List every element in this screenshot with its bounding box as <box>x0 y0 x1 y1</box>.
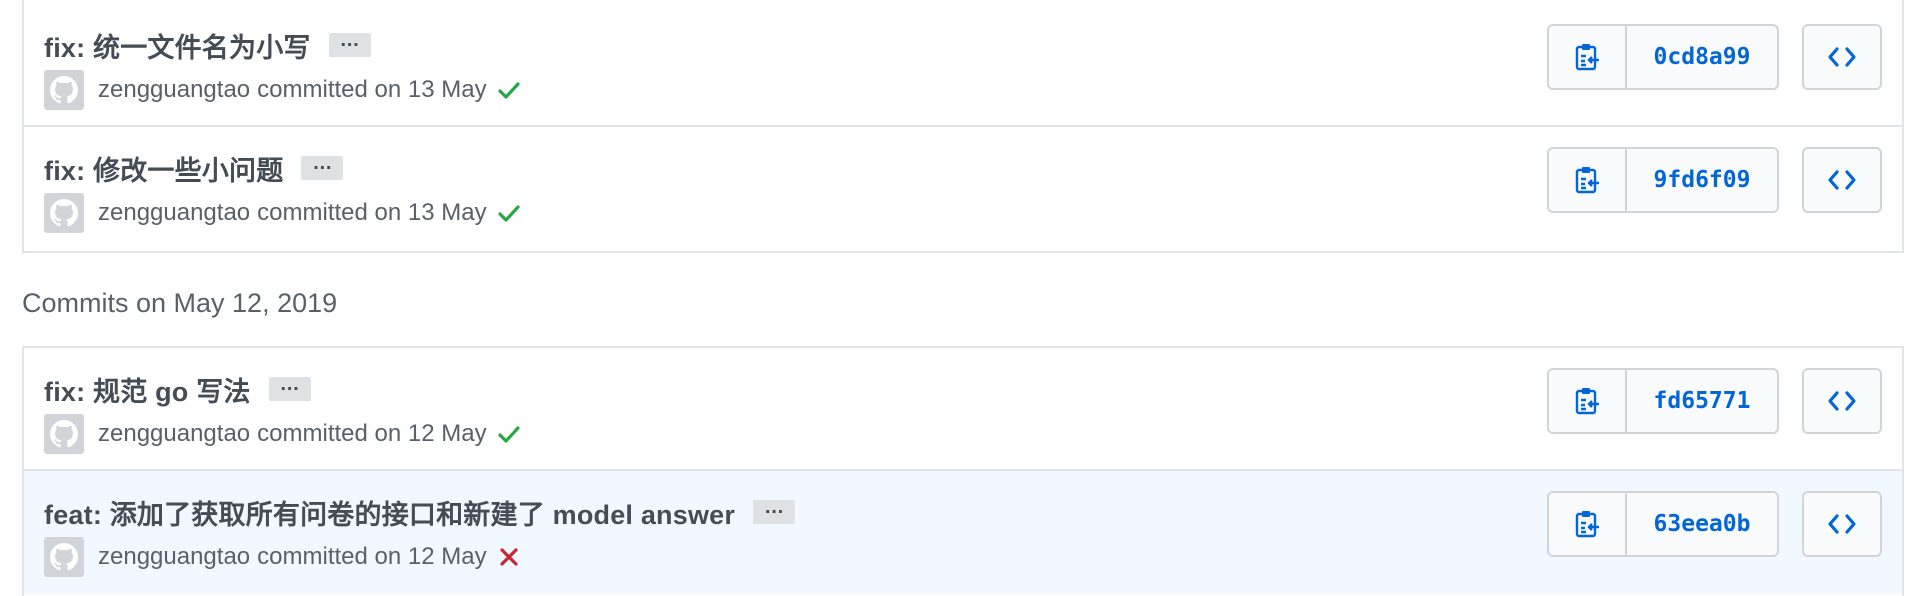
browse-repo-button[interactable] <box>1802 368 1882 434</box>
commit-sha-link[interactable]: 63eea0b <box>1627 493 1777 555</box>
clippy-icon <box>1575 511 1599 538</box>
avatar[interactable] <box>44 414 84 454</box>
browse-repo-button[interactable] <box>1802 24 1882 90</box>
author-name[interactable]: zengguangtao <box>98 543 250 571</box>
avatar[interactable] <box>44 193 84 233</box>
commit-date-text: committed on 13 May <box>257 199 487 226</box>
commit-date-text: committed on 12 May <box>257 420 487 447</box>
commit-meta: zengguangtao committed on 12 May <box>44 414 523 454</box>
commit-date-text: committed on 12 May <box>257 543 487 570</box>
clippy-icon <box>1575 44 1599 71</box>
expand-message-button[interactable]: … <box>301 153 344 180</box>
copy-sha-button[interactable] <box>1549 26 1627 88</box>
commit-meta: zengguangtao committed on 13 May <box>44 193 523 233</box>
copy-sha-button[interactable] <box>1549 370 1627 432</box>
avatar[interactable] <box>44 537 84 577</box>
code-icon <box>1828 170 1856 190</box>
commit-row: fix: 规范 go 写法 … zengguangtao committed o… <box>24 348 1902 471</box>
author-name[interactable]: zengguangtao <box>98 76 250 104</box>
avatar[interactable] <box>44 70 84 110</box>
github-octocat-icon <box>50 76 78 104</box>
commit-sha-group: fd65771 <box>1547 368 1779 434</box>
commit-sha-group: 0cd8a99 <box>1547 24 1779 90</box>
commit-date-text: committed on 13 May <box>257 76 487 103</box>
commit-title-link[interactable]: fix: 规范 go 写法 <box>44 370 251 409</box>
commit-title-row: fix: 统一文件名为小写 … <box>44 26 371 65</box>
browse-repo-button[interactable] <box>1802 491 1882 557</box>
expand-message-button[interactable]: … <box>328 30 371 57</box>
code-icon <box>1828 47 1856 67</box>
commit-row: fix: 修改一些小问题 … zengguangtao committed on… <box>24 127 1902 250</box>
code-icon <box>1828 391 1856 411</box>
check-icon[interactable] <box>495 199 523 227</box>
commits-page: fix: 统一文件名为小写 … zengguangtao committed o… <box>0 0 1910 596</box>
commit-sha-link[interactable]: 9fd6f09 <box>1627 149 1777 211</box>
commit-sha-link[interactable]: fd65771 <box>1627 370 1777 432</box>
commit-title-row: feat: 添加了获取所有问卷的接口和新建了 model answer … <box>44 493 796 532</box>
clippy-icon <box>1575 167 1599 194</box>
commit-title-link[interactable]: feat: 添加了获取所有问卷的接口和新建了 model answer <box>44 493 735 532</box>
expand-message-button[interactable]: … <box>753 497 796 524</box>
commit-title-row: fix: 修改一些小问题 … <box>44 149 344 188</box>
commit-group-12-may: fix: 规范 go 写法 … zengguangtao committed o… <box>22 346 1904 596</box>
commit-title-link[interactable]: fix: 统一文件名为小写 <box>44 26 311 65</box>
check-icon[interactable] <box>495 76 523 104</box>
copy-sha-button[interactable] <box>1549 149 1627 211</box>
commit-meta: zengguangtao committed on 13 May <box>44 70 523 110</box>
commit-sha-group: 9fd6f09 <box>1547 147 1779 213</box>
check-icon[interactable] <box>495 420 523 448</box>
author-name[interactable]: zengguangtao <box>98 420 250 448</box>
commit-title-row: fix: 规范 go 写法 … <box>44 370 311 409</box>
commit-row: fix: 统一文件名为小写 … zengguangtao committed o… <box>24 0 1902 127</box>
commit-meta: zengguangtao committed on 12 May <box>44 537 523 577</box>
github-octocat-icon <box>50 199 78 227</box>
clippy-icon <box>1575 388 1599 415</box>
expand-message-button[interactable]: … <box>268 374 311 401</box>
x-icon[interactable] <box>495 543 523 571</box>
code-icon <box>1828 514 1856 534</box>
browse-repo-button[interactable] <box>1802 147 1882 213</box>
github-octocat-icon <box>50 543 78 571</box>
commit-row: feat: 添加了获取所有问卷的接口和新建了 model answer … ze… <box>24 471 1902 594</box>
commit-sha-group: 63eea0b <box>1547 491 1779 557</box>
author-name[interactable]: zengguangtao <box>98 199 250 227</box>
copy-sha-button[interactable] <box>1549 493 1627 555</box>
commits-date-heading: Commits on May 12, 2019 <box>22 288 338 318</box>
github-octocat-icon <box>50 420 78 448</box>
commit-group-13-may: fix: 统一文件名为小写 … zengguangtao committed o… <box>22 0 1904 253</box>
commit-sha-link[interactable]: 0cd8a99 <box>1627 26 1777 88</box>
commit-title-link[interactable]: fix: 修改一些小问题 <box>44 149 283 188</box>
